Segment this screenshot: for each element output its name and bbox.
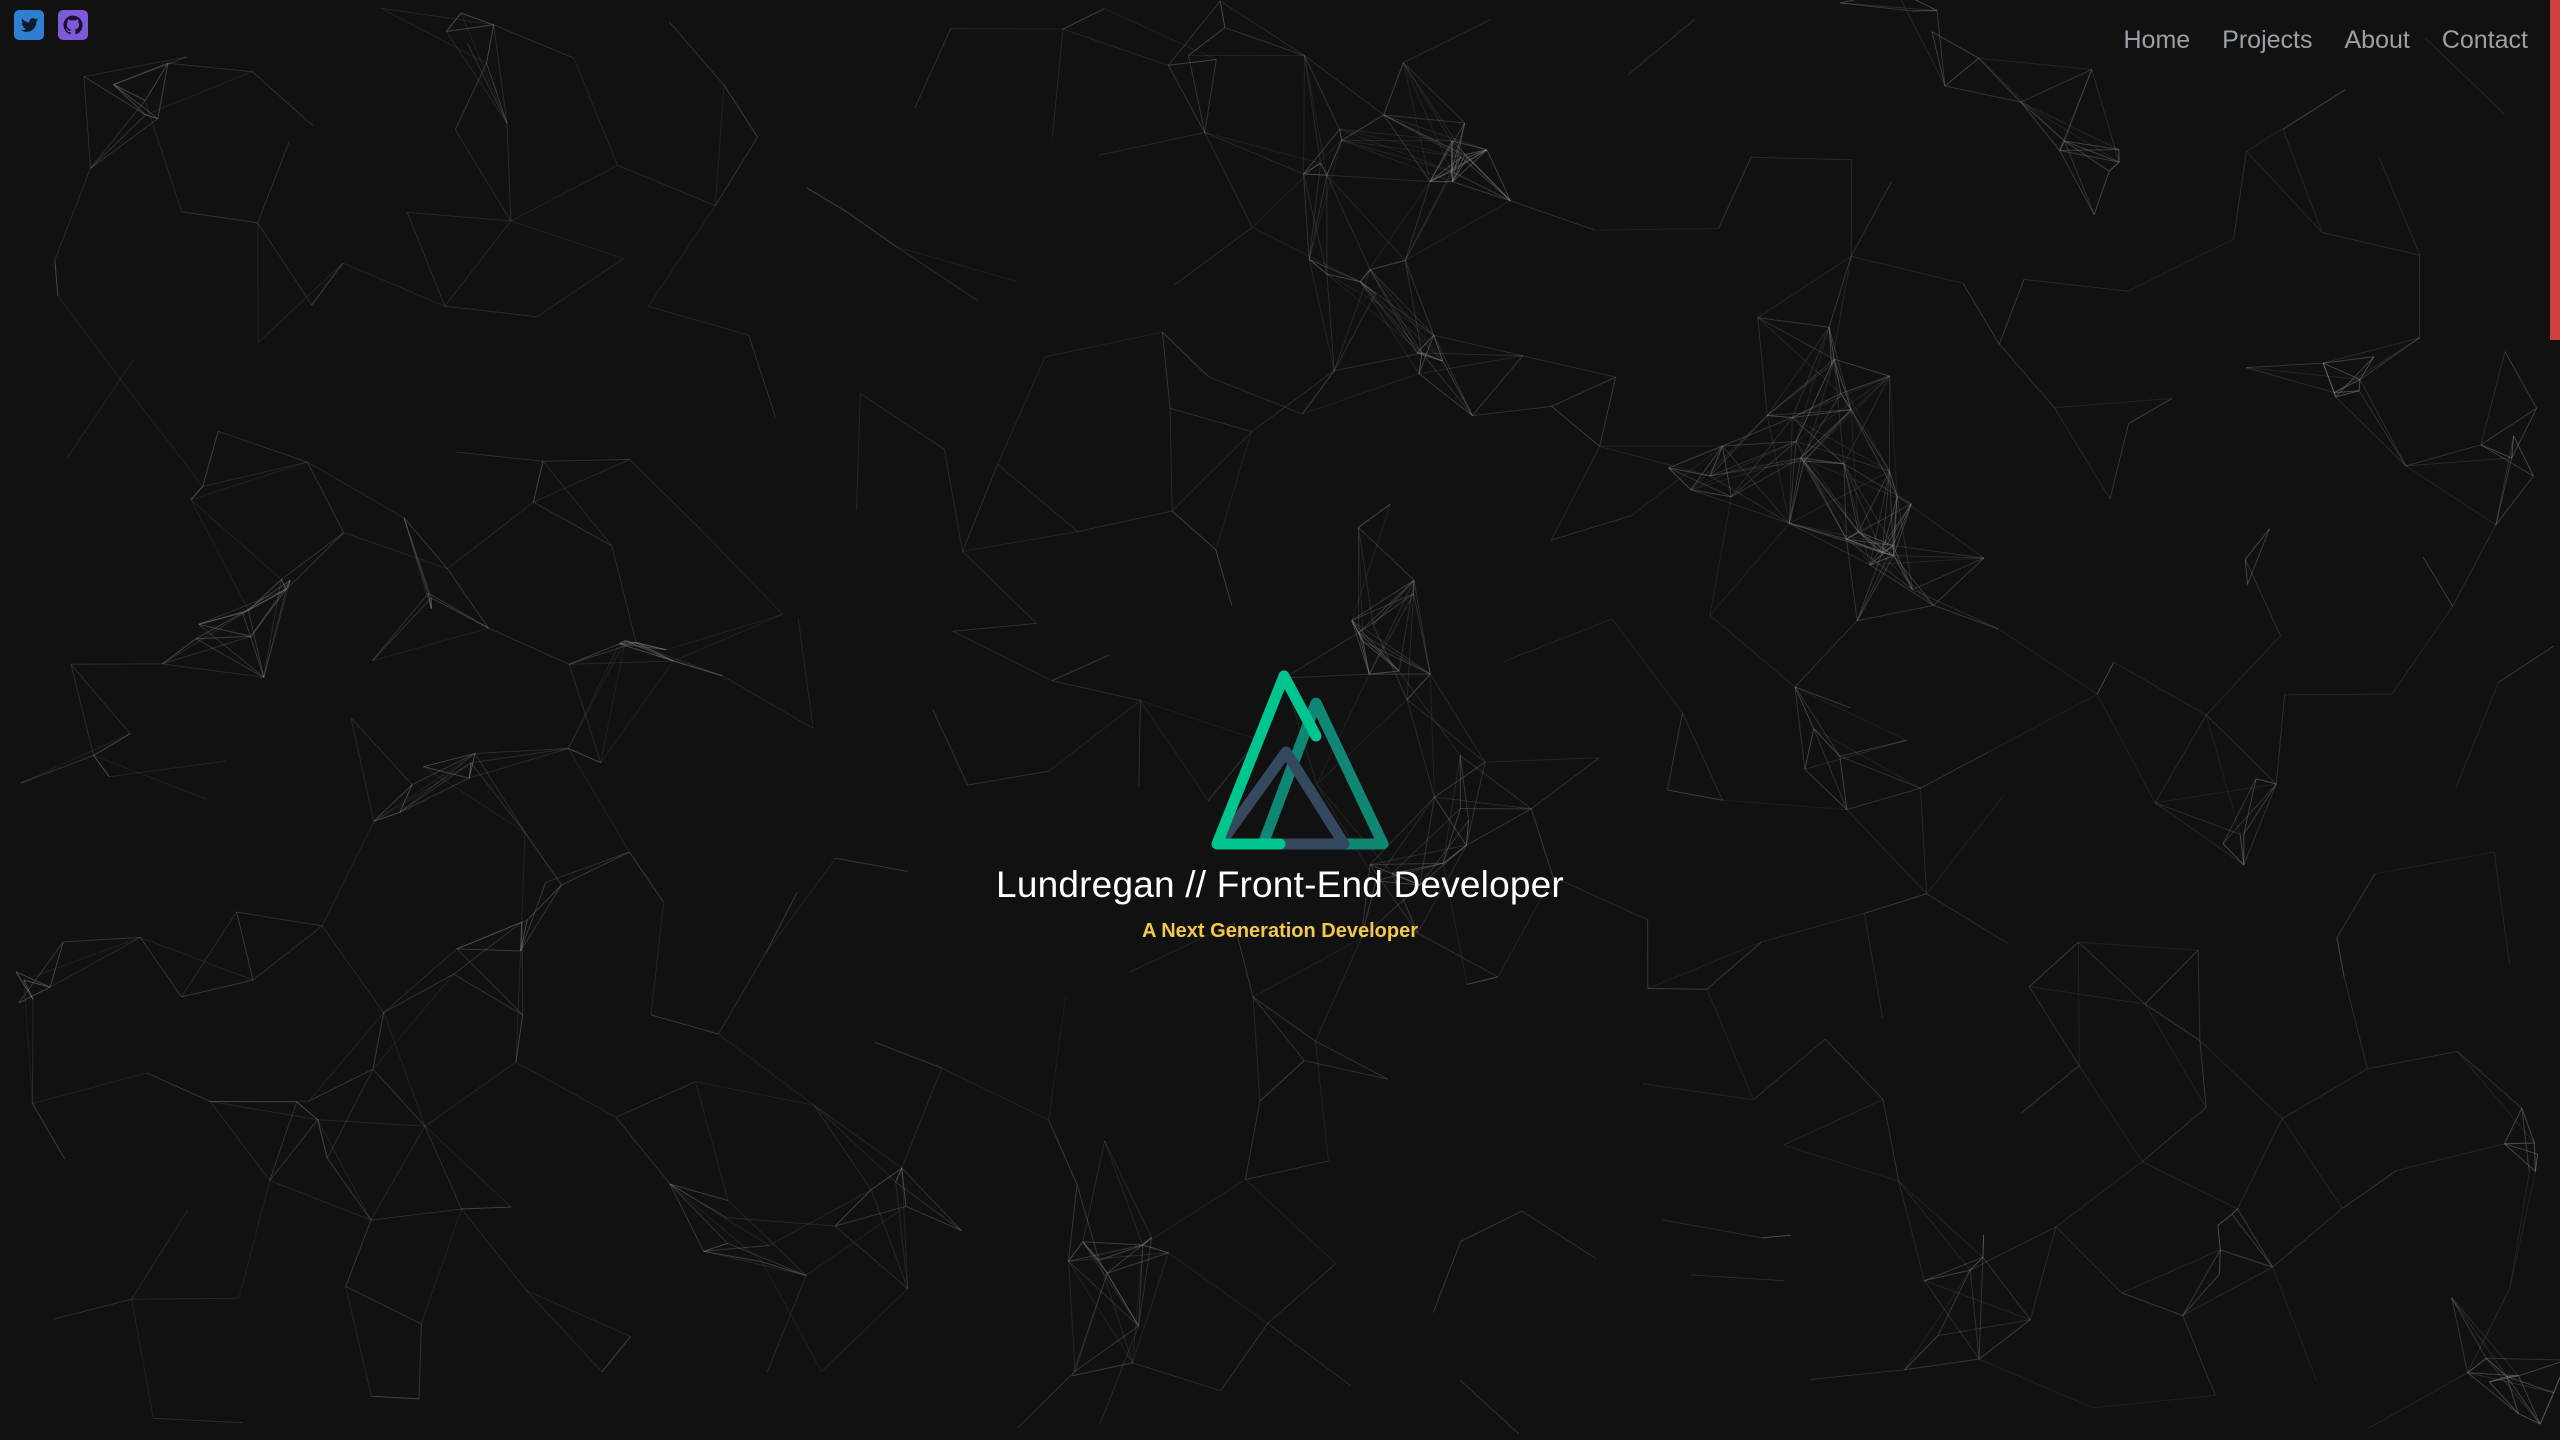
github-link[interactable] <box>58 10 88 40</box>
main-nav: Home Projects About Contact <box>2123 26 2528 55</box>
nav-home[interactable]: Home <box>2123 26 2190 55</box>
nuxt-mountain-logo <box>1211 670 1389 850</box>
hero-title: Lundregan // Front-End Developer <box>996 864 1564 905</box>
hero: Lundregan // Front-End Developer A Next … <box>0 668 2560 943</box>
github-icon <box>58 10 88 40</box>
scroll-indicator[interactable] <box>2550 0 2560 340</box>
twitter-link[interactable] <box>14 10 44 40</box>
social-links <box>14 10 88 40</box>
nav-projects[interactable]: Projects <box>2222 26 2312 55</box>
twitter-icon <box>14 10 44 40</box>
nav-contact[interactable]: Contact <box>2442 26 2528 55</box>
nav-about[interactable]: About <box>2344 26 2409 55</box>
hero-subtitle: A Next Generation Developer <box>1141 920 1418 942</box>
